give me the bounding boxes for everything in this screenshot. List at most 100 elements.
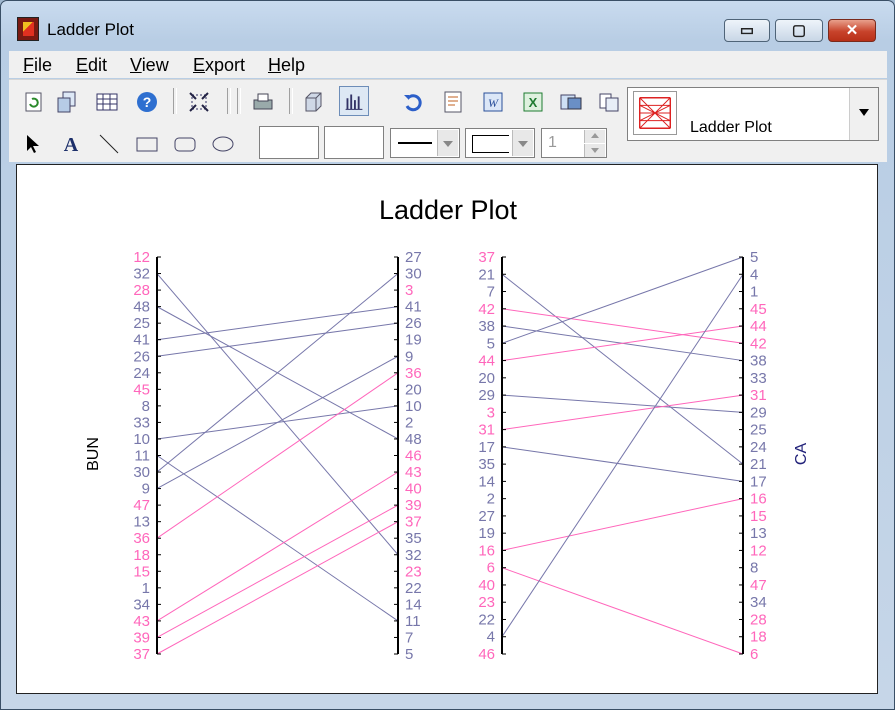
word-export-icon[interactable]: W: [481, 90, 505, 114]
toolbar-separator: [289, 88, 293, 114]
menu-file[interactable]: File: [23, 55, 52, 76]
line-color-box[interactable]: [324, 126, 384, 159]
ca-right-tick-label: 1: [750, 284, 758, 301]
bun-connection-line: [156, 504, 399, 638]
line-width-stepper[interactable]: 1: [541, 128, 607, 158]
ca-connection-line: [501, 394, 744, 413]
ca-left-tick-label: 44: [478, 353, 495, 370]
ca-right-tick-label: 5: [750, 249, 758, 266]
toolbar-separator: [173, 88, 177, 114]
plot-pane: Ladder Plot 12 32 28 48 25 41 26 24 45 8 33 10 11 30 9…: [16, 164, 878, 694]
application-window: Ladder Plot ▭ ▢ ✕ File Edit View Export …: [0, 0, 895, 710]
chart-type-select[interactable]: Ladder Plot: [627, 87, 879, 141]
line-tool-icon[interactable]: [97, 132, 121, 156]
bun-connection-line: [156, 372, 399, 539]
undo-icon[interactable]: [401, 90, 425, 114]
bun-right-tick-label: 46: [405, 448, 422, 465]
bun-right-tick-label: 5: [405, 646, 413, 663]
ca-left-tick-label: 35: [478, 456, 495, 473]
bun-left-tick-label: 37: [133, 646, 150, 663]
ca-left-tick-label: 21: [478, 266, 495, 283]
stepper-up-icon[interactable]: [584, 130, 605, 143]
ca-left-tick-label: 7: [487, 284, 495, 301]
menu-export-rest: xport: [205, 55, 246, 75]
bun-right-tick-label: 23: [405, 563, 422, 580]
menu-edit[interactable]: Edit: [76, 55, 107, 76]
bun-right-tick-label: 26: [405, 315, 422, 332]
menu-bar: File Edit View Export Help: [9, 51, 887, 78]
ca-left-tick-label: 6: [487, 560, 495, 577]
bun-right-tick-label: 32: [405, 547, 422, 564]
pointer-icon[interactable]: [21, 132, 45, 156]
bun-left-tick-label: 11: [134, 448, 150, 465]
bun-right-tick-label: 7: [405, 629, 413, 646]
bun-left-tick-label: 26: [133, 348, 150, 365]
ca-left-tick-label: 14: [478, 473, 495, 490]
ca-connection-line: [501, 308, 744, 344]
bun-left-tick-label: 15: [133, 563, 150, 580]
rectangle-tool-icon[interactable]: [135, 132, 159, 156]
stepper-down-icon[interactable]: [584, 144, 605, 157]
bun-right-tick-label: 43: [405, 464, 422, 481]
ca-connection-line: [501, 273, 744, 638]
menu-export[interactable]: Export: [193, 55, 245, 76]
fit-icon[interactable]: [187, 90, 211, 114]
ca-left-tick-label: 19: [478, 525, 495, 542]
menu-help[interactable]: Help: [268, 55, 305, 76]
bun-connection-line: [156, 455, 399, 622]
copy-icon[interactable]: [597, 90, 621, 114]
bun-left-tick-label: 34: [133, 596, 150, 613]
ca-connection-line: [501, 273, 744, 465]
close-button[interactable]: ✕: [828, 19, 876, 42]
bun-left-tick-label: 18: [133, 547, 150, 564]
ca-right-tick-label: 24: [750, 439, 767, 456]
border-style-select[interactable]: [465, 128, 535, 158]
bun-left-tick-label: 12: [133, 249, 150, 266]
line-width-value[interactable]: 1: [548, 134, 557, 152]
image-export-icon[interactable]: [559, 90, 583, 114]
rounded-rectangle-tool-icon[interactable]: [173, 132, 197, 156]
bun-right-tick-label: 20: [405, 381, 422, 398]
table-icon[interactable]: [95, 90, 119, 114]
ca-left-tick-label: 4: [487, 629, 495, 646]
minimize-button[interactable]: ▭: [724, 19, 770, 42]
bun-right-tick-label: 27: [405, 249, 422, 266]
ca-right-tick-label: 28: [750, 611, 767, 628]
ellipse-tool-icon[interactable]: [211, 132, 235, 156]
bun-left-tick-label: 47: [133, 497, 150, 514]
refresh-icon[interactable]: [23, 90, 47, 114]
bun-left-tick-label: 8: [142, 398, 150, 415]
axis-label-bun: BUN: [85, 437, 102, 471]
bun-connection-line: [156, 306, 399, 341]
bar-chart-icon[interactable]: [339, 86, 369, 116]
line-style-dropdown-icon[interactable]: [437, 130, 458, 156]
excel-export-icon[interactable]: X: [521, 90, 545, 114]
bun-left-tick-label: 10: [133, 431, 150, 448]
bun-left-tick-label: 43: [133, 613, 150, 630]
text-tool-icon[interactable]: A: [59, 132, 83, 156]
notes-icon[interactable]: [441, 90, 465, 114]
bun-left-tick-label: 41: [133, 332, 150, 349]
toolbar-separator: [237, 88, 241, 114]
3d-icon[interactable]: [301, 90, 325, 114]
line-style-select[interactable]: [390, 128, 460, 158]
print-icon[interactable]: [251, 90, 275, 114]
menu-view[interactable]: View: [130, 55, 169, 76]
title-bar[interactable]: Ladder Plot ▭ ▢ ✕: [1, 1, 894, 48]
border-style-dropdown-icon[interactable]: [512, 130, 533, 156]
ladder-plot-thumbnail-icon: [633, 91, 677, 135]
fill-color-box[interactable]: [259, 126, 319, 159]
bun-right-tick-label: 36: [405, 365, 422, 382]
bun-right-tick-label: 14: [405, 596, 422, 613]
svg-text:X: X: [529, 95, 538, 110]
app-icon[interactable]: [17, 17, 39, 41]
maximize-button[interactable]: ▢: [775, 19, 823, 42]
chart-type-dropdown-icon[interactable]: [849, 88, 878, 140]
help-icon[interactable]: ?: [135, 90, 159, 114]
ca-right-tick-label: 13: [750, 525, 767, 542]
ca-right-tick-label: 44: [750, 318, 767, 335]
copy-chart-icon[interactable]: [55, 90, 79, 114]
bun-left-tick-label: 36: [133, 530, 150, 547]
ca-connection-line: [501, 567, 744, 655]
ca-right-tick-label: 29: [750, 404, 767, 421]
